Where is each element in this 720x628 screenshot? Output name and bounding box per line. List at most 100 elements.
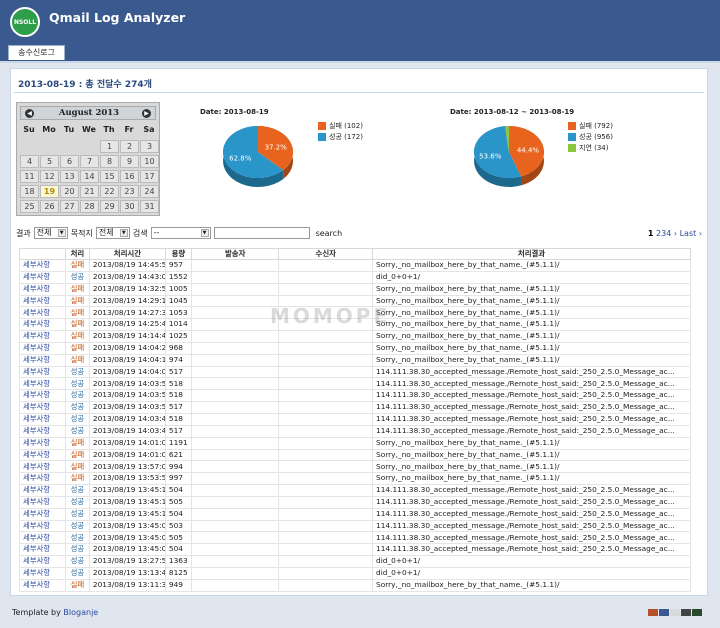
status-cell: 실패 — [64, 472, 90, 486]
calendar-day[interactable]: 18 — [20, 185, 39, 198]
calendar-day[interactable]: 7 — [80, 155, 99, 168]
calendar-dow: Su — [23, 125, 35, 134]
table-cell — [190, 365, 280, 379]
legend-item: 성공 (172) — [318, 132, 363, 142]
detail-link[interactable]: 세부사항 — [19, 353, 66, 367]
status-cell: 실패 — [64, 282, 90, 296]
calendar-day[interactable]: 30 — [120, 200, 139, 213]
calendar-day[interactable]: 31 — [140, 200, 159, 213]
calendar-day[interactable]: 28 — [80, 200, 99, 213]
calendar-day[interactable]: 10 — [140, 155, 159, 168]
table-cell: 114.111.38.30_accepted_message./Remote_h… — [372, 412, 691, 426]
last-page-link[interactable]: Last › — [680, 229, 702, 238]
detail-link[interactable]: 세부사항 — [19, 412, 66, 426]
calendar-day[interactable]: 25 — [20, 200, 39, 213]
detail-link[interactable]: 세부사항 — [19, 472, 66, 486]
theme-swatch[interactable] — [692, 609, 702, 616]
calendar-day[interactable]: 1 — [100, 140, 119, 153]
detail-link[interactable]: 세부사항 — [19, 259, 66, 272]
detail-link[interactable]: 세부사항 — [19, 484, 66, 497]
calendar-day[interactable]: 13 — [60, 170, 79, 183]
table-cell — [278, 507, 374, 521]
calendar-day[interactable]: 20 — [60, 185, 79, 198]
calendar-day[interactable]: 29 — [100, 200, 119, 213]
detail-link[interactable]: 세부사항 — [19, 270, 66, 284]
detail-link[interactable]: 세부사항 — [19, 578, 66, 592]
page-link[interactable]: 4 — [666, 229, 671, 238]
detail-link[interactable]: 세부사항 — [19, 436, 66, 450]
prev-month-icon[interactable]: ◀ — [25, 109, 34, 118]
detail-link[interactable]: 세부사항 — [19, 531, 66, 545]
status-cell: 실패 — [64, 306, 90, 320]
calendar-day[interactable]: 22 — [100, 185, 119, 198]
detail-link[interactable]: 세부사항 — [19, 318, 66, 332]
column-header: 용량 — [164, 248, 192, 260]
detail-link[interactable]: 세부사항 — [19, 424, 66, 438]
calendar-day[interactable]: 2 — [120, 140, 139, 153]
table-cell: 2013/08/19 13:57:06 — [88, 460, 166, 474]
table-cell — [278, 578, 374, 592]
theme-swatch[interactable] — [670, 609, 680, 616]
detail-link[interactable]: 세부사항 — [19, 448, 66, 462]
result-select[interactable]: 전체 ▼ — [33, 227, 68, 239]
calendar-day[interactable]: 23 — [120, 185, 139, 198]
detail-link[interactable]: 세부사항 — [19, 389, 66, 403]
calendar-day[interactable]: 15 — [100, 170, 119, 183]
calendar-day[interactable]: 6 — [60, 155, 79, 168]
tab-send-receive-log[interactable]: 송수신로그 — [8, 45, 65, 60]
calendar-day[interactable]: 27 — [60, 200, 79, 213]
next-page-link[interactable]: › — [674, 229, 677, 238]
detail-link[interactable]: 세부사항 — [19, 519, 66, 533]
legend-swatch — [318, 122, 326, 130]
calendar-day[interactable]: 26 — [40, 200, 59, 213]
search-field-select[interactable]: -- ▼ — [150, 227, 211, 239]
target-select[interactable]: 전체 ▼ — [95, 227, 130, 239]
detail-link[interactable]: 세부사항 — [19, 306, 66, 320]
status-cell: 실패 — [64, 460, 90, 474]
search-button[interactable]: search — [313, 229, 346, 238]
detail-link[interactable]: 세부사항 — [19, 507, 66, 521]
calendar-day[interactable]: 8 — [100, 155, 119, 168]
theme-swatch[interactable] — [659, 609, 669, 616]
footer-link[interactable]: Bloganje — [63, 608, 98, 617]
detail-link[interactable]: 세부사항 — [19, 282, 66, 296]
log-table: 처리 처리시간 용량 발송자 수신자 처리결과 세부사항 실패 2013/08/19 14:4… — [19, 248, 691, 592]
table-cell — [190, 448, 280, 462]
calendar-day[interactable]: 4 — [20, 155, 39, 168]
detail-link[interactable]: 세부사항 — [19, 543, 66, 557]
detail-link[interactable]: 세부사항 — [19, 330, 66, 343]
theme-swatch[interactable] — [681, 609, 691, 616]
theme-swatch[interactable] — [648, 609, 658, 616]
detail-link[interactable]: 세부사항 — [19, 401, 66, 414]
table-cell — [190, 531, 280, 545]
calendar-day[interactable]: 19 — [40, 185, 59, 198]
calendar-day[interactable]: 9 — [120, 155, 139, 168]
detail-link[interactable]: 세부사항 — [19, 460, 66, 474]
calendar-day[interactable]: 14 — [80, 170, 99, 183]
table-cell — [278, 377, 374, 391]
detail-link[interactable]: 세부사항 — [19, 294, 66, 308]
calendar-day[interactable]: 11 — [20, 170, 39, 183]
next-month-icon[interactable]: ▶ — [142, 109, 151, 118]
calendar-day[interactable]: 12 — [40, 170, 59, 183]
detail-link[interactable]: 세부사항 — [19, 555, 66, 568]
table-row: 세부사항 성공 2013/08/19 13:45:12 505 114.111.38.3… — [19, 495, 691, 509]
table-cell: 504 — [164, 484, 192, 497]
calendar-day[interactable]: 17 — [140, 170, 159, 183]
table-cell: 517 — [164, 401, 192, 414]
detail-link[interactable]: 세부사항 — [19, 365, 66, 379]
calendar-day[interactable]: 5 — [40, 155, 59, 168]
column-header — [19, 248, 66, 260]
detail-link[interactable]: 세부사항 — [19, 566, 66, 580]
page-current: 1 — [647, 229, 654, 238]
search-input[interactable] — [213, 227, 310, 239]
pie-pct-label: 44.4% — [517, 147, 540, 155]
calendar-day[interactable]: 24 — [140, 185, 159, 198]
detail-link[interactable]: 세부사항 — [19, 495, 66, 509]
calendar-day[interactable]: 16 — [120, 170, 139, 183]
calendar-day[interactable]: 21 — [80, 185, 99, 198]
status-cell: 실패 — [64, 294, 90, 308]
calendar-day[interactable]: 3 — [140, 140, 159, 153]
detail-link[interactable]: 세부사항 — [19, 377, 66, 391]
detail-link[interactable]: 세부사항 — [19, 341, 66, 355]
